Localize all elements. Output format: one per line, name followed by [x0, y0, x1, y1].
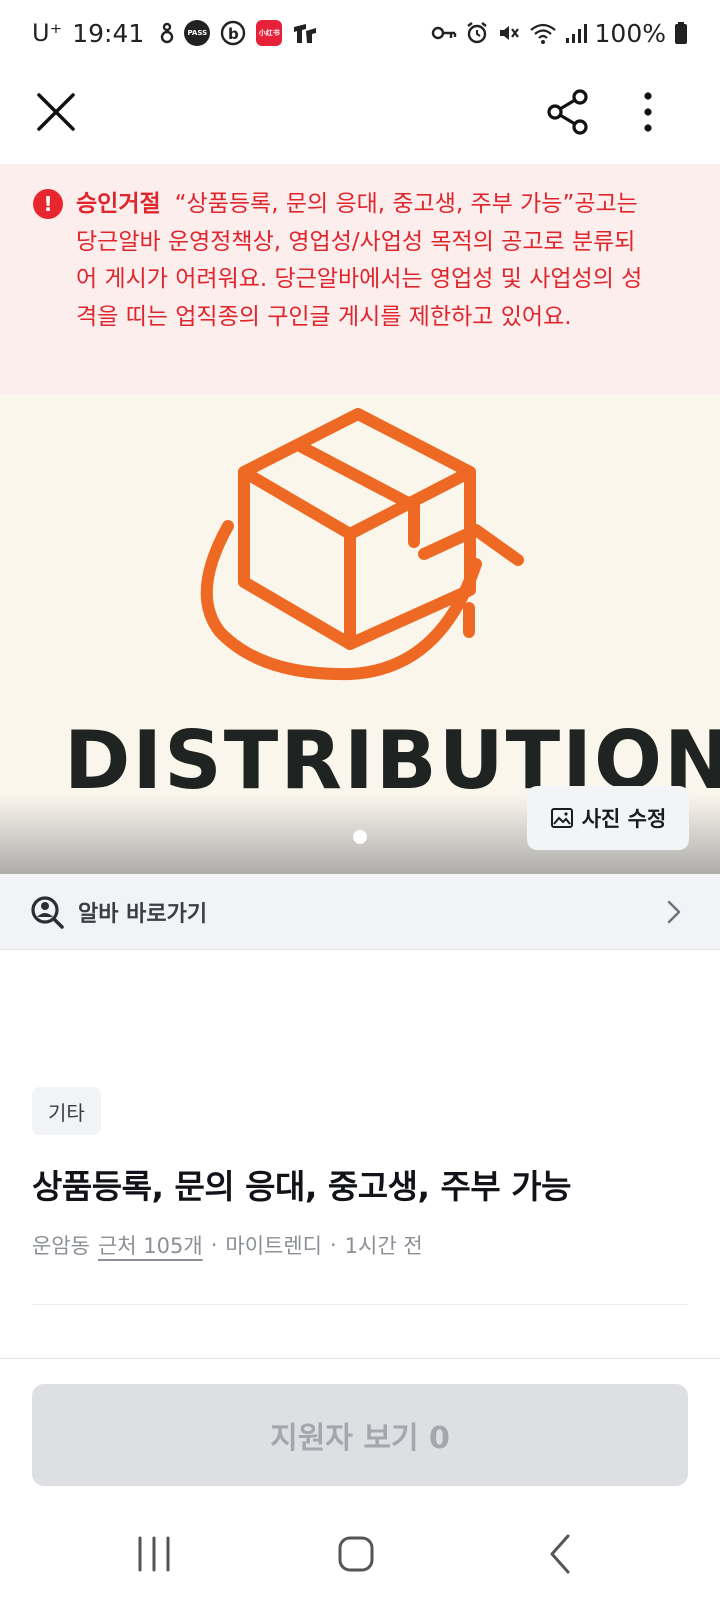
share-button[interactable]	[540, 84, 596, 140]
key-icon	[431, 24, 457, 42]
rejection-banner: ! 승인거절 “상품등록, 문의 응대, 중고생, 주부 가능”공고는 당근알바 …	[0, 164, 720, 394]
back-icon[interactable]	[540, 1530, 580, 1578]
pass-app-icon: PASS	[184, 20, 211, 46]
close-icon	[37, 93, 75, 131]
chevron-right-icon	[667, 900, 681, 923]
post-author: 마이트렌디	[225, 1234, 322, 1258]
meta-separator: ·	[210, 1233, 218, 1257]
image-icon	[550, 808, 573, 828]
alarm-icon	[465, 21, 489, 45]
content-divider	[32, 1304, 688, 1305]
post-title: 상품등록, 문의 응대, 중고생, 주부 가능	[32, 1167, 571, 1206]
alert-icon: !	[33, 189, 63, 219]
search-person-icon	[31, 895, 64, 929]
signal-icon	[565, 22, 587, 44]
status-right: 100%	[431, 19, 688, 48]
top-app-bar	[0, 66, 720, 164]
edit-photo-label: 사진 수정	[581, 807, 667, 831]
category-badge: 기타	[32, 1087, 101, 1135]
post-time: 1시간 전	[344, 1234, 423, 1258]
recent-apps-icon[interactable]	[134, 1532, 174, 1576]
post-location: 운암동	[32, 1234, 90, 1258]
more-vertical-icon	[644, 92, 652, 132]
mute-icon	[497, 21, 521, 45]
red-app-icon: 小红书	[256, 20, 283, 46]
edit-photo-button[interactable]: 사진 수정	[527, 786, 689, 850]
wifi-icon	[529, 21, 557, 45]
clock-time: 19:41	[72, 18, 145, 48]
status-left: U⁺ 19:41 PASS b 小红书	[32, 19, 318, 48]
more-options-button[interactable]	[622, 84, 674, 140]
battery-percent: 100%	[594, 18, 666, 48]
battery-icon	[674, 21, 688, 45]
view-applicants-button[interactable]: 지원자 보기 0	[32, 1384, 688, 1486]
nearby-posts-link[interactable]: 근처 105개	[98, 1230, 203, 1260]
alba-shortcut-bar[interactable]: 알바 바로가기	[0, 874, 720, 950]
meta-separator: ·	[329, 1233, 337, 1257]
rejection-text: 승인거절 “상품등록, 문의 응대, 중고생, 주부 가능”공고는 당근알바 운영…	[76, 186, 650, 336]
rejection-label: 승인거절	[76, 191, 161, 217]
b-app-icon: b	[220, 20, 246, 46]
status-bar: U⁺ 19:41 PASS b 小红书 100%	[0, 0, 720, 66]
alba-shortcut-label: 알바 바로가기	[78, 901, 208, 927]
bottom-bar-divider	[0, 1358, 720, 1359]
svg-text:b: b	[228, 25, 239, 43]
location-pin-icon	[160, 21, 174, 45]
carrier-label: U⁺	[32, 19, 63, 47]
home-icon[interactable]	[336, 1534, 376, 1574]
share-icon	[547, 89, 588, 135]
post-photo[interactable]: DISTRIBUTION 사진 수정	[0, 394, 720, 874]
tt-app-icon	[292, 21, 318, 45]
post-meta: 운암동 근처 105개 · 마이트렌디 · 1시간 전	[32, 1230, 423, 1260]
system-navigation-bar	[0, 1510, 720, 1600]
photo-page-indicator	[353, 830, 367, 844]
close-button[interactable]	[30, 86, 82, 138]
